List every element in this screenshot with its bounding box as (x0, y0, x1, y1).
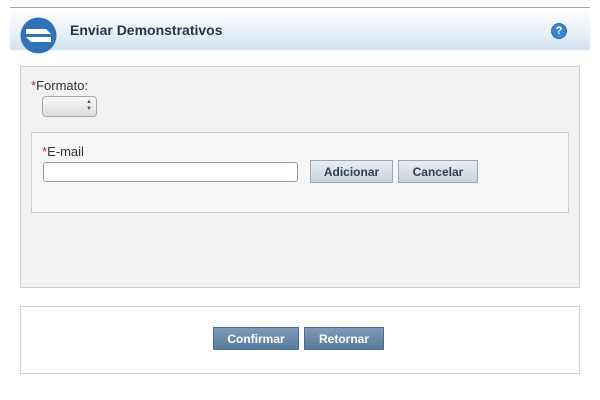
email-panel: *E-mail Adicionar Cancelar (31, 132, 569, 213)
confirm-button[interactable]: Confirmar (213, 327, 299, 350)
formato-select[interactable]: ▲ ▼ (42, 96, 97, 117)
page-title: Enviar Demonstrativos (70, 22, 223, 38)
help-icon[interactable]: ? (551, 23, 567, 39)
app-logo-icon (20, 17, 57, 54)
page-header: Enviar Demonstrativos ? (10, 7, 590, 54)
actions-panel: Confirmar Retornar (20, 306, 580, 374)
cancel-email-button[interactable]: Cancelar (398, 160, 478, 183)
formato-label-text: Formato: (36, 78, 89, 93)
spinner-arrows-icon: ▲ ▼ (86, 99, 92, 112)
add-email-button[interactable]: Adicionar (310, 160, 393, 183)
formato-label: *Formato: (31, 78, 88, 93)
email-field[interactable] (43, 162, 298, 182)
email-label: *E-mail (42, 144, 84, 159)
return-button[interactable]: Retornar (304, 327, 384, 350)
email-label-text: E-mail (47, 144, 84, 159)
form-panel: *Formato: ▲ ▼ *E-mail Adicionar Cancelar (20, 66, 580, 288)
